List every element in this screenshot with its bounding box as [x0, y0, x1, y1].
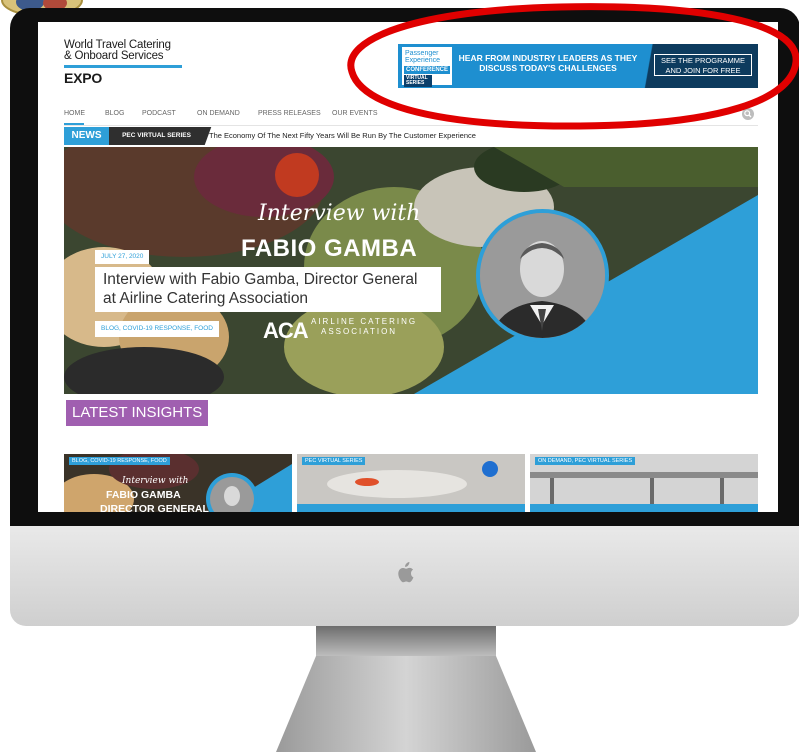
insights-cards: BLOG, COVID-19 RESPONSE, FOOD Interview …	[64, 454, 758, 512]
banner-ad[interactable]: Passenger Experience CONFERENCE VIRTUAL …	[398, 44, 758, 88]
card-2-tag[interactable]: PEC VIRTUAL SERIES	[302, 457, 366, 465]
ad-logo-line2: Experience	[405, 57, 441, 64]
nav-item-press-releases[interactable]: PRESS RELEASES	[258, 110, 321, 117]
nav-item-home[interactable]: HOME	[64, 110, 85, 117]
ad-headline-line2: DISCUSS TODAY'S CHALLENGES	[479, 63, 617, 73]
ad-logo-line4: VIRTUAL SERIES	[404, 75, 432, 87]
card-1-name: FABIO GAMBA	[106, 489, 181, 501]
ad-logo: Passenger Experience CONFERENCE VIRTUAL …	[402, 47, 452, 87]
ad-headline-line1: HEAR FROM INDUSTRY LEADERS AS THEY	[458, 53, 638, 63]
nav-item-blog[interactable]: BLOG	[105, 110, 124, 117]
logo-text-expo: EXPO	[64, 70, 103, 86]
post-categories[interactable]: BLOG, COVID-19 RESPONSE, FOOD	[95, 321, 219, 337]
card-1-subtitle: DIRECTOR GENERAL	[100, 503, 209, 512]
nav-item-on-demand[interactable]: ON DEMAND	[197, 110, 240, 117]
aca-logo-line1: AIRLINE CATERING	[311, 317, 418, 326]
logo-rule	[64, 65, 182, 68]
nav-divider	[64, 125, 758, 126]
card-1-script: Interview with	[122, 476, 189, 486]
site-logo[interactable]: World Travel Catering & Onboard Services…	[64, 39, 194, 95]
monitor-stand	[276, 626, 536, 752]
ad-logo-line3: CONFERENCE	[404, 66, 450, 74]
insight-card-3[interactable]: ON DEMAND, PEC VIRTUAL SERIES	[530, 454, 758, 512]
hero-portrait	[476, 209, 609, 342]
hero-featured-post[interactable]: Interview with FABIO GAMBA JULY 27, 2020…	[64, 147, 758, 394]
ad-headline: HEAR FROM INDUSTRY LEADERS AS THEY DISCU…	[458, 53, 638, 73]
post-date: JULY 27, 2020	[95, 250, 150, 264]
ad-cta-line2: AND JOIN FOR FREE	[665, 66, 741, 75]
ticker-headline[interactable]: The Economy Of The Next Fifty Years Will…	[209, 127, 476, 145]
main-nav: HOME BLOG PODCAST ON DEMAND PRESS RELEAS…	[64, 110, 764, 124]
aca-logo-line2: ASSOCIATION	[321, 327, 398, 336]
ad-logo-line1: Passenger	[405, 50, 439, 57]
hero-name-text: FABIO GAMBA	[241, 235, 418, 262]
card-1-tag[interactable]: BLOG, COVID-19 RESPONSE, FOOD	[69, 457, 170, 465]
nav-item-podcast[interactable]: PODCAST	[142, 110, 176, 117]
ticker-category[interactable]: PEC VIRTUAL SERIES	[109, 127, 204, 145]
insight-card-1[interactable]: BLOG, COVID-19 RESPONSE, FOOD Interview …	[64, 454, 292, 512]
logo-text-line2: & Onboard Services	[64, 50, 164, 62]
card-3-tag[interactable]: ON DEMAND, PEC VIRTUAL SERIES	[535, 457, 636, 465]
ad-cta-line1: SEE THE PROGRAMME	[660, 56, 746, 65]
website-screen: World Travel Catering & Onboard Services…	[38, 22, 778, 512]
post-title[interactable]: Interview with Fabio Gamba, Director Gen…	[95, 267, 441, 312]
insight-card-2[interactable]: PEC VIRTUAL SERIES	[297, 454, 525, 512]
search-icon[interactable]	[742, 108, 754, 120]
hero-script-text: Interview with	[258, 201, 421, 226]
apple-logo-icon	[396, 562, 414, 588]
latest-insights-heading: LATEST INSIGHTS	[66, 400, 209, 426]
aca-logo-mark: ACA	[263, 318, 309, 343]
ad-join-button[interactable]: SEE THE PROGRAMME AND JOIN FOR FREE	[654, 54, 752, 76]
ticker-label: NEWS	[64, 127, 109, 145]
aca-logo-text: AIRLINE CATERING ASSOCIATION	[311, 317, 417, 337]
news-ticker: NEWS PEC VIRTUAL SERIES The Economy Of T…	[64, 127, 758, 145]
nav-item-our-events[interactable]: OUR EVENTS	[332, 110, 378, 117]
